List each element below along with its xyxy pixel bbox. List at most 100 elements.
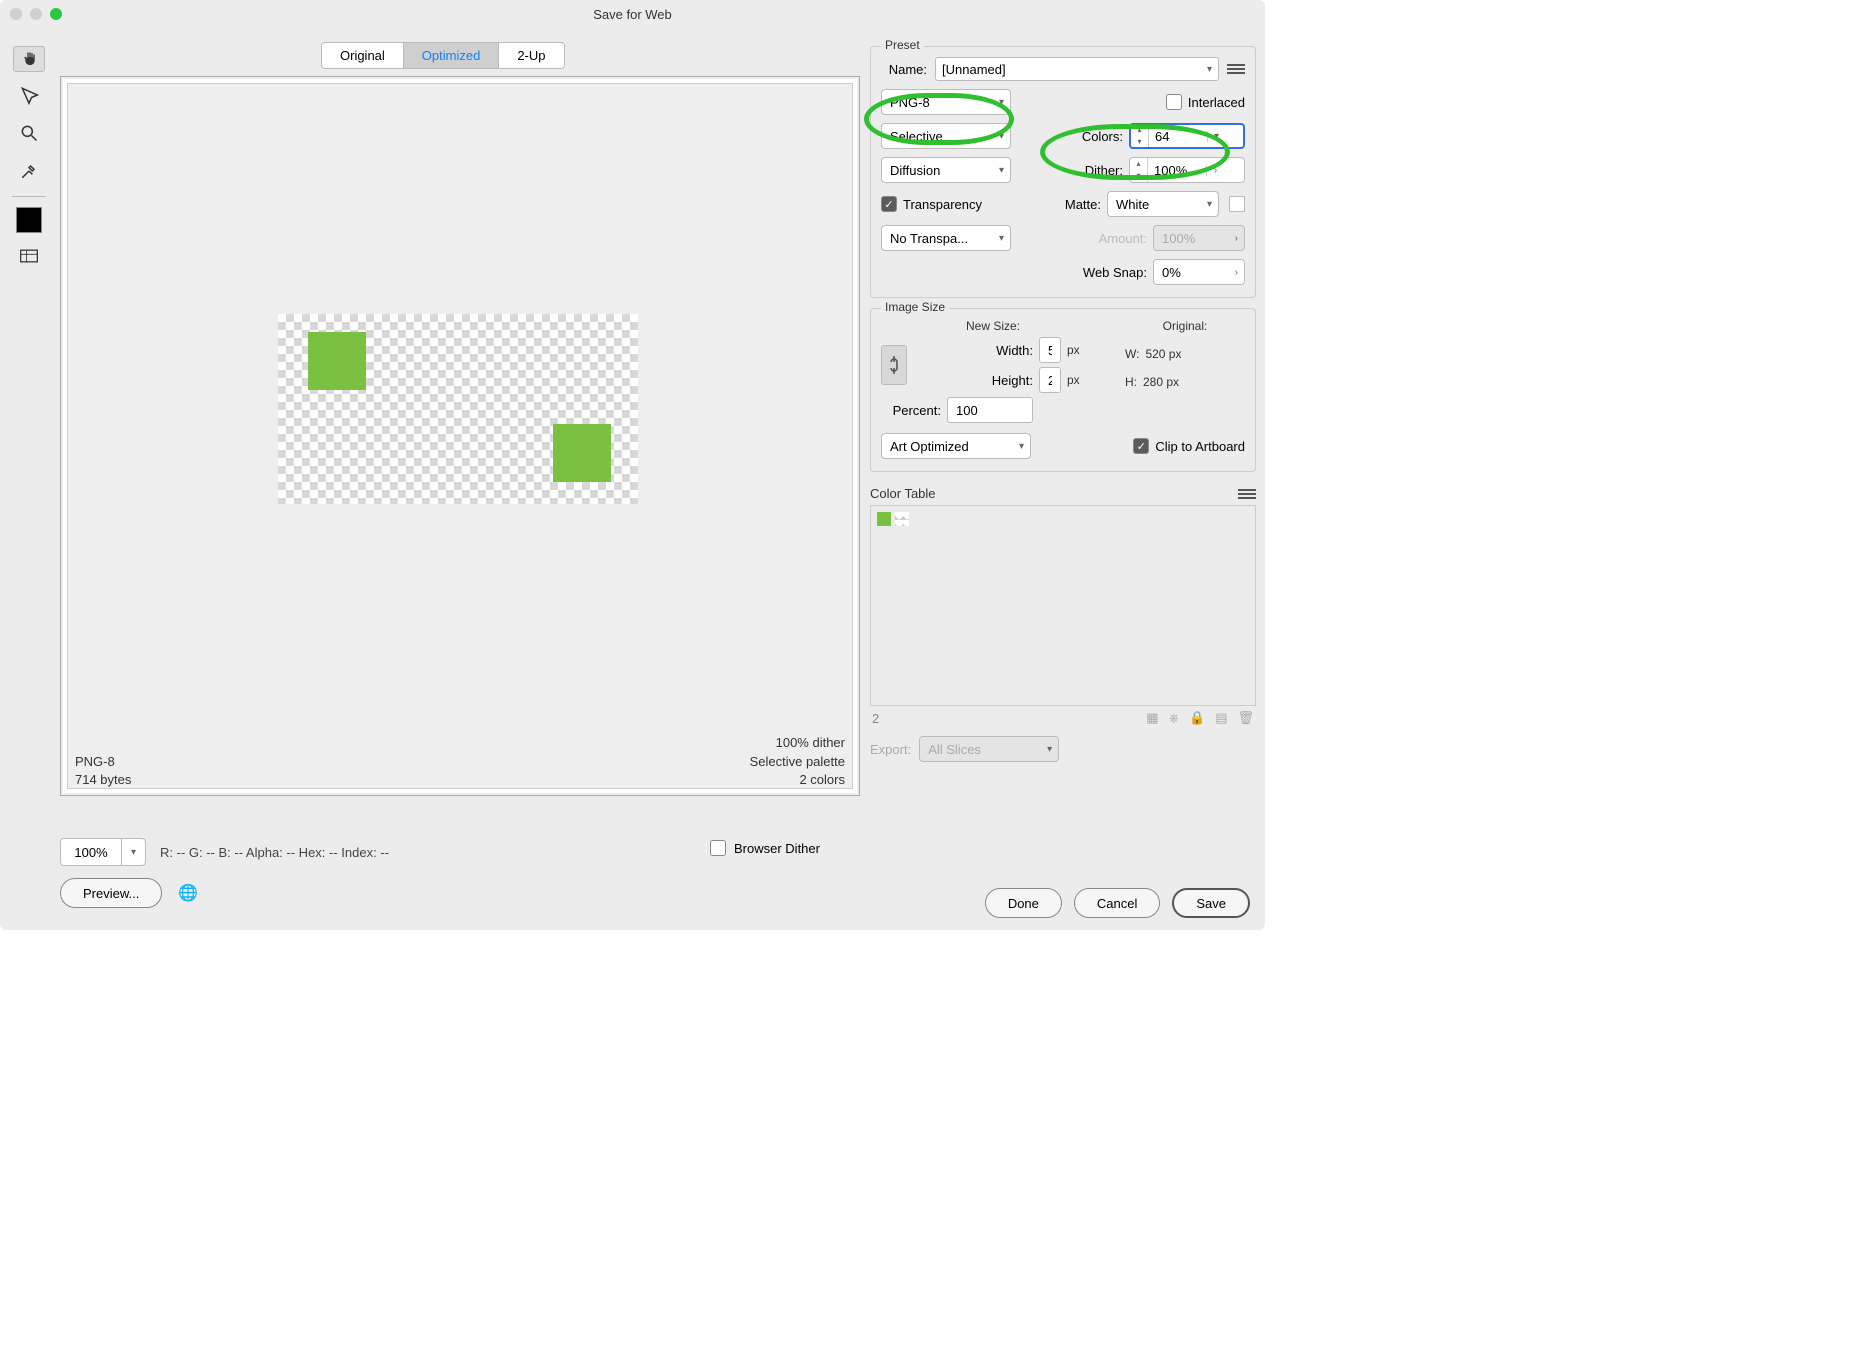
lock-icon[interactable]: 🔒 <box>1189 710 1205 726</box>
browser-dither-option: Browser Dither <box>710 840 820 856</box>
websnap-value: 0% <box>1162 265 1181 280</box>
color-count: 2 <box>872 711 879 726</box>
percent-input[interactable] <box>954 402 1026 419</box>
window-title: Save for Web <box>593 7 672 22</box>
slice-visibility-icon[interactable] <box>13 241 45 271</box>
preset-group-title: Preset <box>881 38 924 52</box>
height-input[interactable] <box>1046 372 1054 389</box>
preset-menu-icon[interactable] <box>1227 62 1245 76</box>
file-format-select[interactable]: PNG-8 ▾ <box>881 89 1011 115</box>
percent-field[interactable] <box>947 397 1033 423</box>
done-button[interactable]: Done <box>985 888 1062 918</box>
chevron-right-icon[interactable]: › <box>1206 165 1224 176</box>
save-for-web-dialog: Save for Web Original Opti <box>0 0 1265 930</box>
tab-optimized[interactable]: Optimized <box>403 42 500 69</box>
green-square-1 <box>308 332 366 390</box>
chevron-right-icon: › <box>1235 233 1238 244</box>
zoom-input[interactable] <box>61 845 121 860</box>
dialog-actions: Done Cancel Save <box>985 888 1250 918</box>
file-format-value: PNG-8 <box>890 95 930 110</box>
tab-original[interactable]: Original <box>321 42 404 69</box>
chevron-down-icon[interactable]: ▾ <box>121 838 145 866</box>
stepper-arrows-icon[interactable]: ▴▾ <box>1131 124 1149 148</box>
dither-method-select[interactable]: Diffusion ▾ <box>881 157 1011 183</box>
width-input[interactable] <box>1046 342 1054 359</box>
orig-h-value: 280 px <box>1143 375 1179 389</box>
close-window-icon[interactable] <box>10 8 22 20</box>
transparency-dither-select[interactable]: No Transpa... ▾ <box>881 225 1011 251</box>
colors-stepper[interactable]: ▴▾ ▾ <box>1129 123 1245 149</box>
color-reduction-select[interactable]: Selective ▾ <box>881 123 1011 149</box>
new-color-icon[interactable]: ▤ <box>1215 710 1227 726</box>
colors-label: Colors: <box>1082 129 1123 144</box>
preview-info-right: 100% dither Selective palette 2 colors <box>750 734 845 789</box>
eyedropper-color-swatch[interactable] <box>16 207 42 233</box>
dither-input[interactable] <box>1148 163 1206 178</box>
browser-preview-icon[interactable]: 🌐 <box>178 883 198 903</box>
preset-name-select[interactable]: [Unnamed] ▾ <box>935 57 1219 81</box>
eyedropper-tool-icon[interactable] <box>13 156 45 186</box>
px-unit: px <box>1067 343 1097 357</box>
interlaced-checkbox[interactable] <box>1166 94 1182 110</box>
preset-name-value: [Unnamed] <box>942 62 1006 77</box>
preview-filesize: 714 bytes <box>75 771 131 789</box>
matte-select[interactable]: White ▾ <box>1107 191 1219 217</box>
anti-alias-value: Art Optimized <box>890 439 969 454</box>
color-table-body[interactable] <box>870 506 1256 706</box>
cube-icon[interactable]: ⎈ <box>1169 710 1179 726</box>
matte-value: White <box>1116 197 1149 212</box>
matte-color-swatch[interactable] <box>1229 196 1245 212</box>
export-select: All Slices ▾ <box>919 736 1059 762</box>
preview-viewport[interactable] <box>67 83 853 789</box>
save-button[interactable]: Save <box>1172 888 1250 918</box>
chevron-down-icon: ▾ <box>999 233 1004 244</box>
export-label: Export: <box>870 742 911 757</box>
link-dimensions-icon[interactable] <box>881 345 907 385</box>
anti-alias-select[interactable]: Art Optimized ▾ <box>881 433 1031 459</box>
bottom-toolbar: ▾ R: -- G: -- B: -- Alpha: -- Hex: -- In… <box>60 838 389 866</box>
height-field[interactable] <box>1039 367 1061 393</box>
chevron-down-icon[interactable]: ▾ <box>1207 131 1225 142</box>
dither-method-value: Diffusion <box>890 163 940 178</box>
preview-palette-info: Selective palette <box>750 753 845 771</box>
minimize-window-icon[interactable] <box>30 8 42 20</box>
tool-column <box>12 46 46 271</box>
preview-button[interactable]: Preview... <box>60 878 162 908</box>
color-table-menu-icon[interactable] <box>1238 487 1256 501</box>
percent-label: Percent: <box>881 403 941 418</box>
image-size-group: Image Size New Size: Width: px Height: <box>870 308 1256 472</box>
websnap-label: Web Snap: <box>1083 265 1147 280</box>
titlebar: Save for Web <box>0 0 1265 28</box>
stepper-arrows-icon[interactable]: ▴▾ <box>1130 158 1148 182</box>
green-square-2 <box>553 424 611 482</box>
colors-input[interactable] <box>1149 129 1207 144</box>
clip-to-artboard-label: Clip to Artboard <box>1155 439 1245 454</box>
browser-dither-checkbox[interactable] <box>710 840 726 856</box>
color-swatch-transparent[interactable] <box>895 512 909 526</box>
slice-select-tool-icon[interactable] <box>13 80 45 110</box>
export-value: All Slices <box>928 742 981 757</box>
preview-format: PNG-8 <box>75 753 131 771</box>
cancel-button[interactable]: Cancel <box>1074 888 1160 918</box>
dither-label: Dither: <box>1085 163 1123 178</box>
color-table-actions: ▦ ⎈ 🔒 ▤ 🗑 <box>1146 710 1254 726</box>
dither-stepper[interactable]: ▴▾ › <box>1129 157 1245 183</box>
color-swatch-1[interactable] <box>877 512 891 526</box>
color-readout: R: -- G: -- B: -- Alpha: -- Hex: -- Inde… <box>160 845 389 860</box>
width-field[interactable] <box>1039 337 1061 363</box>
trash-icon[interactable]: 🗑 <box>1237 710 1254 726</box>
browser-dither-label: Browser Dither <box>734 841 820 856</box>
clip-to-artboard-checkbox[interactable]: ✓ <box>1133 438 1149 454</box>
zoom-window-icon[interactable] <box>50 8 62 20</box>
preset-name-label: Name: <box>881 62 927 77</box>
tab-2up[interactable]: 2-Up <box>498 42 564 69</box>
color-table-title: Color Table <box>870 486 936 501</box>
hand-tool-icon[interactable] <box>13 46 45 72</box>
artwork-canvas <box>278 314 638 504</box>
zoom-level-select[interactable]: ▾ <box>60 838 146 866</box>
window-controls <box>10 8 62 20</box>
transparency-checkbox[interactable]: ✓ <box>881 196 897 212</box>
zoom-tool-icon[interactable] <box>13 118 45 148</box>
snap-to-web-icon[interactable]: ▦ <box>1146 710 1158 726</box>
websnap-field[interactable]: 0% › <box>1153 259 1245 285</box>
